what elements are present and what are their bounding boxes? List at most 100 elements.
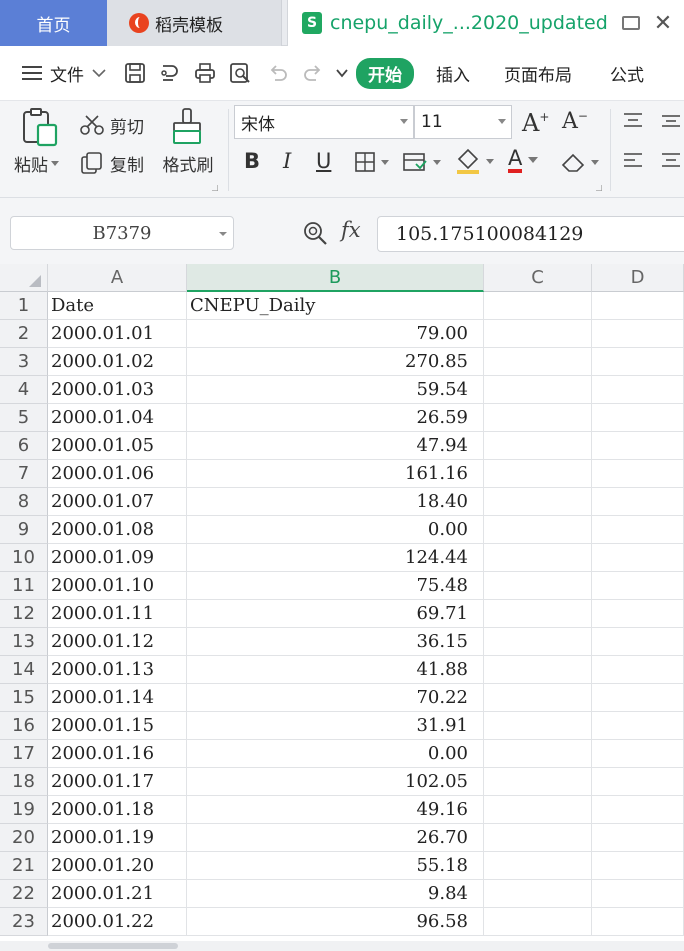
cell-c[interactable] [484,684,592,712]
column-header-b[interactable]: B [187,264,484,292]
align-middle-button[interactable] [660,111,682,131]
cell-c[interactable] [484,852,592,880]
window-mode-icon[interactable] [621,16,640,30]
name-box[interactable]: B7379 [10,216,234,250]
cell-d[interactable] [592,712,684,740]
row-header[interactable]: 14 [0,656,48,684]
cell-c[interactable] [484,768,592,796]
cell-c[interactable] [484,432,592,460]
cell-c[interactable] [484,740,592,768]
cell-d[interactable] [592,348,684,376]
row-header[interactable]: 6 [0,432,48,460]
column-header-c[interactable]: C [484,264,592,292]
cell-d[interactable] [592,740,684,768]
cell-a[interactable]: 2000.01.18 [48,796,187,824]
cell-a[interactable]: 2000.01.15 [48,712,187,740]
cell-b[interactable]: 270.85 [187,348,484,376]
tab-home[interactable]: 首页 [0,0,107,46]
paste-dropdown-icon[interactable] [51,160,59,167]
cell-a[interactable]: Date [48,292,187,320]
print-preview-icon[interactable] [229,62,251,84]
row-header[interactable]: 13 [0,628,48,656]
cell-b[interactable]: 75.48 [187,572,484,600]
cell-c[interactable] [484,908,592,936]
paste-button[interactable]: 粘贴 [14,107,66,187]
cell-c[interactable] [484,796,592,824]
row-header[interactable]: 23 [0,908,48,936]
cell-b[interactable]: 0.00 [187,516,484,544]
tab-start[interactable]: 开始 [356,57,414,89]
cell-c[interactable] [484,600,592,628]
cell-c[interactable] [484,404,592,432]
clipboard-group-expand-icon[interactable] [212,185,218,191]
row-header[interactable]: 18 [0,768,48,796]
undo-icon[interactable] [267,62,289,84]
column-header-a[interactable]: A [48,264,187,292]
cell-c[interactable] [484,488,592,516]
cut-button[interactable]: 剪切 [80,111,144,139]
cell-a[interactable]: 2000.01.01 [48,320,187,348]
cell-d[interactable] [592,432,684,460]
cell-d[interactable] [592,824,684,852]
cell-d[interactable] [592,488,684,516]
cell-b[interactable]: 18.40 [187,488,484,516]
cell-a[interactable]: 2000.01.03 [48,376,187,404]
row-header[interactable]: 17 [0,740,48,768]
cell-d[interactable] [592,544,684,572]
cell-b[interactable]: 9.84 [187,880,484,908]
cell-d[interactable] [592,628,684,656]
cell-d[interactable] [592,572,684,600]
insert-function-icon[interactable]: fx [341,218,361,242]
row-header[interactable]: 15 [0,684,48,712]
cell-d[interactable] [592,292,684,320]
font-size-select[interactable]: 11 [414,105,512,139]
cell-c[interactable] [484,656,592,684]
row-header[interactable]: 19 [0,796,48,824]
cell-b[interactable]: 0.00 [187,740,484,768]
row-header[interactable]: 10 [0,544,48,572]
cell-b[interactable]: 55.18 [187,852,484,880]
close-tab-icon[interactable]: ✕ [654,11,672,36]
cell-c[interactable] [484,824,592,852]
italic-button[interactable]: I [283,149,291,173]
export-icon[interactable] [159,62,181,84]
cell-d[interactable] [592,376,684,404]
cell-b[interactable]: CNEPU_Daily [187,292,484,320]
tab-docer-templates[interactable]: 稻壳模板 [107,0,282,46]
row-header[interactable]: 12 [0,600,48,628]
scrollbar-thumb[interactable] [48,943,178,949]
row-header[interactable]: 4 [0,376,48,404]
cell-b[interactable]: 102.05 [187,768,484,796]
row-header[interactable]: 3 [0,348,48,376]
cell-d[interactable] [592,796,684,824]
cell-a[interactable]: 2000.01.19 [48,824,187,852]
tab-page-layout[interactable]: 页面布局 [504,61,572,86]
cell-b[interactable]: 70.22 [187,684,484,712]
cell-d[interactable] [592,684,684,712]
bold-button[interactable]: B [244,149,260,173]
font-group-expand-icon[interactable] [596,185,602,191]
cell-a[interactable]: 2000.01.07 [48,488,187,516]
tab-insert[interactable]: 插入 [436,61,470,86]
column-header-d[interactable]: D [592,264,684,292]
row-header[interactable]: 9 [0,516,48,544]
cell-b[interactable]: 47.94 [187,432,484,460]
cell-b[interactable]: 96.58 [187,908,484,936]
tab-spreadsheet-file[interactable]: S cnepu_daily_...2020_updated ✕ [287,0,684,46]
cell-b[interactable]: 124.44 [187,544,484,572]
cell-c[interactable] [484,628,592,656]
cell-b[interactable]: 161.16 [187,460,484,488]
cell-a[interactable]: 2000.01.10 [48,572,187,600]
cell-d[interactable] [592,908,684,936]
print-icon[interactable] [194,62,216,84]
cell-a[interactable]: 2000.01.16 [48,740,187,768]
row-header[interactable]: 1 [0,292,48,320]
row-header[interactable]: 22 [0,880,48,908]
cell-a[interactable]: 2000.01.17 [48,768,187,796]
borders-button[interactable] [354,151,390,173]
cell-c[interactable] [484,516,592,544]
decrease-font-button[interactable]: A − [562,109,588,135]
row-header[interactable]: 2 [0,320,48,348]
cell-d[interactable] [592,656,684,684]
align-top-button[interactable] [622,111,644,131]
